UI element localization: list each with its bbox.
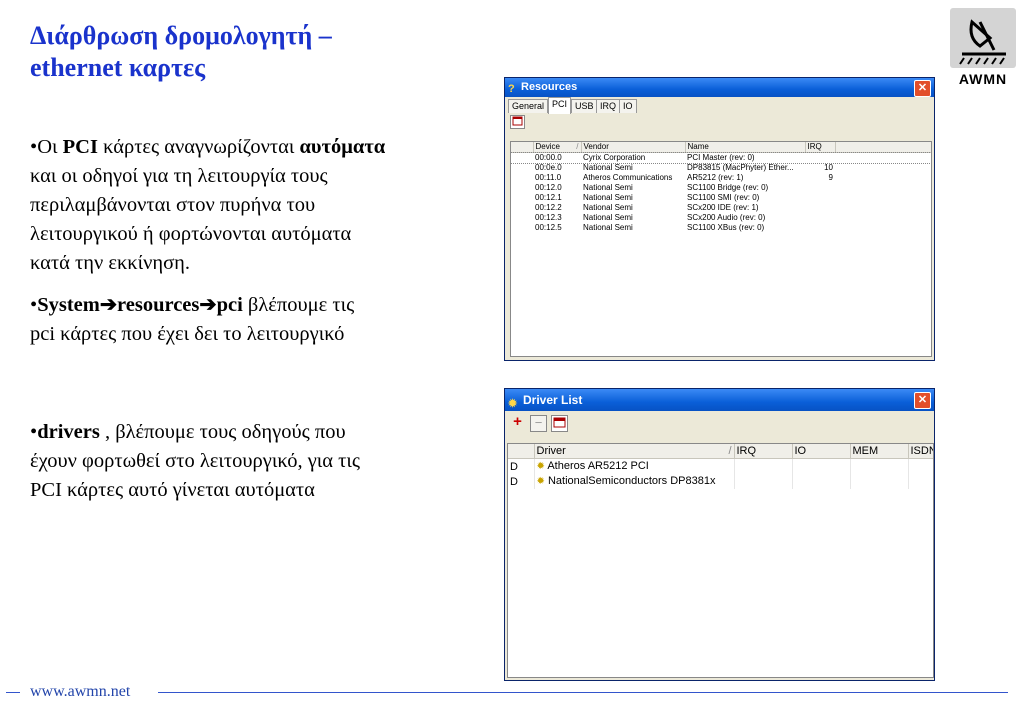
arrow-icon: ➔ (199, 294, 217, 316)
tab-general[interactable]: General (508, 99, 549, 113)
table-row[interactable]: 00:00.0 Cyrix Corporation PCI Master (rev:… (511, 151, 931, 164)
table-row[interactable]: 00:12.2 National Semi SCx200 IDE (rev: 1) (511, 203, 931, 213)
resources-toolbar (505, 113, 934, 131)
tab-usb[interactable]: USB (571, 99, 598, 113)
driver-table: Driver/ IRQ IO MEM ISDN D ✹ Atheros AR52… (507, 443, 934, 678)
resources-titlebar[interactable]: ? Resources ✕ (505, 78, 934, 97)
driver-list-window: ✹ Driver List ✕ + − Driver / IRQ IO MEM I… (504, 388, 935, 681)
bullet-pci: •Οι PCI κάρτες αναγνωρίζονται αυτόματα κ… (30, 136, 386, 274)
remove-button[interactable]: − (530, 415, 547, 432)
footer-rule-right (158, 692, 1008, 693)
table-row[interactable]: 00:12.3 National Semi SCx200 Audio (rev: 0… (511, 213, 931, 223)
table-row[interactable]: 00:12.0 National Semi SC1100 Bridge (rev: … (511, 183, 931, 193)
window-icon-button[interactable] (551, 415, 568, 432)
add-button[interactable]: + (510, 414, 525, 430)
title-line-2: ethernet καρτες (30, 53, 206, 82)
driver-list-titlebar[interactable]: ✹ Driver List ✕ (505, 389, 934, 411)
close-button[interactable]: ✕ (914, 392, 931, 409)
col-vendor[interactable]: Vendor (581, 142, 686, 153)
table-row[interactable]: D ✹ Atheros AR5212 PCI (508, 458, 933, 474)
table-row[interactable]: 00:12.5 National Semi SC1100 XBus (rev: 0) (511, 223, 931, 233)
col-device[interactable]: Device / (533, 142, 582, 153)
table-row[interactable]: 00:12.1 National Semi SC1100 SMI (rev: 0) (511, 193, 931, 203)
tab-io[interactable]: IO (619, 99, 637, 113)
footer-rule-left (6, 692, 20, 693)
col-irq[interactable]: IRQ (805, 142, 836, 153)
col-isdn[interactable]: ISDN (908, 444, 933, 459)
driver-toolbar: + − (505, 411, 934, 435)
window-icon-button[interactable] (510, 115, 525, 129)
bullet-drivers: •drivers , βλέπουμε τους οδηγούς που έχο… (30, 421, 361, 501)
resources-window: ? Resources ✕ General PCI USB IRQ IO Dev… (504, 77, 935, 361)
close-button[interactable]: ✕ (914, 80, 931, 97)
tab-pci[interactable]: PCI (548, 97, 572, 114)
tab-irq[interactable]: IRQ (596, 99, 621, 113)
footer-url[interactable]: www.awmn.net (30, 683, 130, 701)
gear-icon: ✹ (536, 461, 545, 472)
col-name[interactable]: Name (685, 142, 806, 153)
table-row[interactable]: 00:11.0 Atheros Communications AR5212 (rev… (511, 173, 931, 183)
gear-icon: ✹ (536, 476, 545, 487)
antenna-icon (950, 8, 1016, 68)
resources-tabs: General PCI USB IRQ IO (505, 97, 934, 114)
logo-text: AWMN (958, 71, 1008, 87)
col-io[interactable]: IO (792, 444, 851, 459)
title-line-1: Διάρθρωση δρομολογητή – (30, 21, 332, 50)
bullet-system-resources: •System➔resources➔pci βλέπουμε τις pci κ… (30, 294, 355, 345)
resources-title: Resources (521, 81, 578, 93)
awmn-logo: AWMN (950, 8, 1016, 90)
table-row[interactable]: D ✹ NationalSemiconductors DP8381x (508, 474, 933, 489)
window-icon (512, 116, 523, 126)
slide-title: Διάρθρωση δρομολογητή – ethernet καρτες (30, 20, 332, 84)
col-irq[interactable]: IRQ (734, 444, 793, 459)
pci-table: Device / Vendor Name IRQ 00:00.0 Cyrix Co… (510, 141, 932, 357)
driver-list-title: Driver List (523, 393, 583, 407)
window-icon (553, 417, 566, 428)
arrow-icon: ➔ (99, 294, 118, 316)
col-mem[interactable]: MEM (850, 444, 909, 459)
col-driver[interactable]: Driver / (534, 444, 735, 459)
table-row[interactable]: 00:0e.0 National Semi DP83815 (MacPhyter) … (511, 163, 931, 173)
